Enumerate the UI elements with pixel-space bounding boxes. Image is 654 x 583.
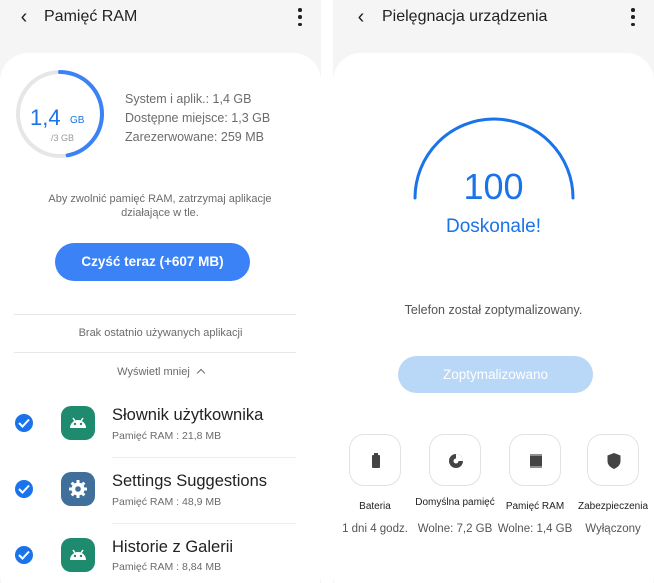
storage-pie-icon [429, 434, 481, 486]
top-bar: ‹ Pamięć RAM [0, 0, 321, 36]
checkbox-checked-icon[interactable] [15, 414, 33, 432]
tile-storage[interactable]: Domyślna pamięć Wolne: 7,2 GB [415, 434, 495, 564]
more-options-icon[interactable] [630, 8, 636, 26]
tile-name: Domyślna pamięć [415, 497, 495, 508]
memory-available: Dostępne miejsce: 1,3 GB [125, 111, 271, 125]
divider [112, 523, 296, 524]
tile-name: Bateria [359, 501, 391, 512]
memory-system-apps: System i aplik.: 1,4 GB [125, 92, 252, 106]
top-bar: ‹ Pielęgnacja urządzenia [333, 0, 654, 36]
tile-value: Wolne: 1,4 GB [497, 523, 573, 535]
app-memory: Pamięć RAM : 8,84 MB [112, 561, 222, 573]
ram-used-unit: GB [70, 115, 85, 126]
tile-security[interactable]: Zabezpieczenia Wyłączony [573, 434, 653, 564]
tile-name: Zabezpieczenia [577, 501, 649, 512]
ram-total: /3 GB [51, 133, 75, 143]
checkbox-checked-icon[interactable] [15, 546, 33, 564]
show-less-label: Wyświetl mniej [117, 366, 190, 378]
app-row[interactable]: Historie z Galerii Pamięć RAM : 8,84 MB [0, 526, 321, 583]
tile-value: 1 dni 4 godz. [342, 523, 408, 535]
show-less-toggle[interactable]: Wyświetl mniej [0, 366, 321, 378]
app-memory: Pamięć RAM : 48,9 MB [112, 496, 222, 508]
divider [14, 314, 296, 315]
android-icon [61, 538, 95, 572]
ram-used-value: 1,4 [30, 105, 61, 130]
divider [14, 352, 296, 353]
app-name: Settings Suggestions [112, 472, 268, 490]
no-recent-apps-text: Brak ostatnio używanych aplikacji [78, 327, 243, 339]
checkbox-checked-icon[interactable] [15, 480, 33, 498]
tile-ram[interactable]: Pamięć RAM Wolne: 1,4 GB [495, 434, 575, 564]
ram-description: Aby zwolnić pamięć RAM, zatrzymaj aplika… [48, 193, 272, 219]
tile-value: Wyłączony [585, 523, 641, 535]
optimized-button[interactable]: Zoptymalizowano [398, 356, 593, 393]
score-status: Doskonale! [445, 216, 542, 237]
app-name: Historie z Galerii [112, 538, 234, 556]
more-options-icon[interactable] [297, 8, 303, 26]
optimized-message: Telefon został zoptymalizowany. [404, 303, 583, 317]
clean-now-button[interactable]: Czyść teraz (+607 MB) [55, 243, 250, 281]
app-name: Słownik użytkownika [112, 406, 264, 424]
divider [112, 457, 296, 458]
back-arrow-icon[interactable]: ‹ [14, 6, 34, 29]
tile-value: Wolne: 7,2 GB [417, 523, 493, 535]
page-title: Pielęgnacja urządzenia [382, 8, 548, 25]
app-memory: Pamięć RAM : 21,8 MB [112, 430, 222, 442]
app-row[interactable]: Settings Suggestions Pamięć RAM : 48,9 M… [0, 460, 321, 524]
app-row[interactable]: Słownik użytkownika Pamięć RAM : 21,8 MB [0, 395, 321, 458]
page-title: Pamięć RAM [44, 8, 138, 25]
score-value: 100 [463, 166, 524, 207]
shield-icon [587, 434, 639, 486]
back-arrow-icon[interactable]: ‹ [351, 6, 371, 29]
memory-reserved: Zarezerwowane: 259 MB [125, 130, 264, 144]
ram-chip-icon [509, 434, 561, 486]
device-care-screen: ‹ Pielęgnacja urządzenia 100 Doskonale! … [333, 0, 654, 583]
ram-screen: ‹ Pamięć RAM 1,4 GB /3 GB System i aplik… [0, 0, 321, 583]
android-icon [61, 406, 95, 440]
gear-icon [61, 472, 95, 506]
battery-icon [349, 434, 401, 486]
tile-name: Pamięć RAM [505, 501, 565, 512]
tile-battery[interactable]: Bateria 1 dni 4 godz. [335, 434, 415, 564]
chevron-up-icon [196, 368, 206, 378]
